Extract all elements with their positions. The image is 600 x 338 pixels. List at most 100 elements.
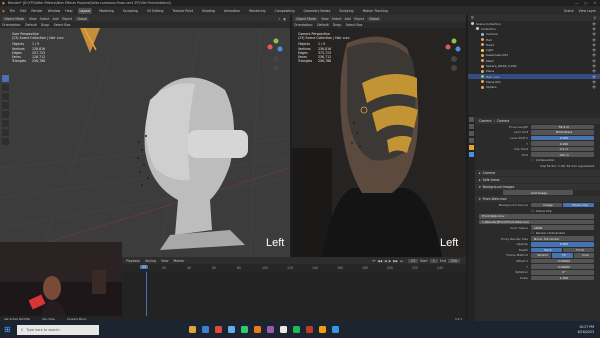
next-key-icon[interactable]: ▶▶ — [393, 259, 398, 263]
timeline-menu-keying[interactable]: Keying — [145, 259, 156, 263]
composition-checkbox[interactable]: ☑ — [531, 158, 534, 162]
taskbar-app-icon[interactable] — [279, 326, 287, 333]
frame-crop-button[interactable]: Crop — [573, 253, 594, 258]
section-safe-areas[interactable]: ▸ Safe Areas — [475, 176, 600, 183]
mode-selector[interactable]: Object Mode — [2, 16, 27, 21]
movie-clip-select[interactable]: Front.Web.mov — [479, 214, 594, 219]
shading-solid-icon[interactable]: ◐ — [283, 17, 286, 21]
offset-x-field[interactable]: 0.00000 — [531, 258, 594, 264]
property-value-field[interactable]: Millimeters — [531, 130, 594, 135]
outliner-filter-icon[interactable]: ⚲ — [594, 16, 596, 20]
color-space-select[interactable]: sRGB — [531, 225, 594, 230]
menu-add[interactable]: Add — [53, 17, 59, 21]
object-tab-icon[interactable] — [469, 145, 474, 150]
workspace-tab-layout[interactable]: Layout — [77, 7, 93, 14]
playhead-frame[interactable]: 23 — [140, 265, 149, 269]
visibility-eye-icon[interactable]: 👁 — [592, 69, 596, 73]
workspace-tab-animation[interactable]: Animation — [222, 8, 242, 14]
timeline-ruler[interactable]: 23 20 40 60 80 100 120 140 160 180 200 220 240 — [122, 264, 466, 272]
visibility-eye-icon[interactable]: 👁 — [592, 38, 596, 42]
timeline-track-area[interactable] — [122, 272, 466, 321]
blender-menu-icon[interactable]: ◉ — [2, 9, 5, 13]
tab-movie-clip[interactable]: Movie Clip — [563, 202, 594, 208]
workspace-tab-compositing[interactable]: Compositing — [273, 8, 297, 14]
scale-field[interactable]: 1.000 — [531, 275, 594, 281]
offset-y-field[interactable]: 0.00000 — [531, 264, 594, 269]
drag-select[interactable]: Select Box — [346, 23, 363, 27]
visibility-eye-icon[interactable]: 👁 — [592, 32, 596, 36]
scene-tab-icon[interactable] — [469, 138, 474, 143]
end-frame-field[interactable]: 250 — [447, 258, 460, 263]
menu-add[interactable]: Add — [345, 17, 351, 21]
opacity-slider[interactable]: 0.800 — [531, 242, 594, 247]
visibility-eye-icon[interactable]: 👁 — [592, 48, 596, 52]
taskbar-search-box[interactable]: ⚲ Type here to search — [16, 324, 99, 335]
outliner-type-icon[interactable]: ☰ — [471, 16, 474, 20]
jump-end-icon[interactable]: ⏭ — [400, 259, 403, 263]
taskbar-app-icon[interactable] — [240, 326, 248, 333]
jump-start-icon[interactable]: ⏮ — [372, 259, 375, 263]
output-tab-icon[interactable] — [469, 131, 474, 136]
current-frame-field[interactable]: 23 — [407, 258, 419, 263]
active-clip-checkbox[interactable]: ☐ — [531, 209, 534, 213]
property-value-field[interactable]: 100 m — [531, 152, 594, 158]
menu-object[interactable]: Object — [354, 17, 364, 21]
drag-select[interactable]: Select Box — [54, 23, 71, 27]
timeline-menu-playback[interactable]: Playback — [126, 259, 140, 263]
menu-help[interactable]: Help — [65, 9, 72, 13]
playhead-line[interactable] — [146, 272, 147, 321]
visibility-eye-icon[interactable]: 👁 — [592, 43, 596, 47]
workspace-tab-motion-tracking[interactable]: Motion Tracking — [361, 8, 390, 14]
viewport-camera-perspective[interactable]: Object Mode View Select Add Object Globa… — [292, 15, 466, 257]
view-layer-selector[interactable]: View Layer — [579, 9, 596, 13]
workspace-tab-modeling[interactable]: Modeling — [97, 8, 116, 14]
taskbar-app-icon[interactable] — [266, 326, 274, 333]
taskbar-app-icon[interactable] — [292, 326, 300, 333]
workspace-tab-sculpting[interactable]: Sculpting — [121, 8, 140, 14]
visibility-eye-icon[interactable]: 👁 — [592, 22, 596, 26]
scene-selector[interactable]: Scene — [564, 9, 574, 13]
taskbar-app-icon[interactable] — [305, 326, 313, 333]
menu-window[interactable]: Window — [48, 9, 61, 13]
clip-file-path[interactable]: 1.[Render]Front/Front.Web.mov — [479, 219, 594, 225]
render-undistorted-checkbox[interactable]: ☐ — [531, 231, 534, 235]
render-tab-icon[interactable] — [469, 124, 474, 129]
maximize-button[interactable]: □ — [584, 1, 587, 5]
navigation-gizmo[interactable] — [444, 35, 464, 75]
minimize-button[interactable]: — — [575, 1, 578, 5]
property-value-field[interactable]: 0.000 — [531, 141, 594, 146]
menu-object[interactable]: Object — [62, 17, 72, 21]
camera-data-tab-icon[interactable] — [469, 152, 474, 157]
property-value-field[interactable]: 52.4 m — [531, 124, 594, 130]
add-image-button[interactable]: Add Image — [502, 190, 573, 195]
workspace-tab-rendering[interactable]: Rendering — [247, 8, 267, 14]
visibility-eye-icon[interactable]: 👁 — [592, 64, 596, 68]
taskbar-app-icon[interactable] — [201, 326, 209, 333]
viewport-user-perspective[interactable]: Object Mode View Select Add Object Globa… — [0, 15, 290, 257]
menu-select[interactable]: Select — [332, 17, 342, 21]
tab-image[interactable]: Image — [531, 202, 562, 208]
frame-stretch-button[interactable]: Stretch — [531, 253, 552, 258]
taskbar-app-icon[interactable] — [227, 326, 235, 333]
taskbar-app-icon[interactable] — [318, 326, 326, 333]
windows-start-icon[interactable]: ⊞ — [4, 325, 11, 334]
transform-orientation[interactable]: Global — [75, 16, 90, 21]
depth-back-button[interactable]: Back — [531, 247, 562, 253]
start-frame-field[interactable]: 1 — [429, 258, 438, 263]
visibility-eye-icon[interactable]: 👁 — [592, 53, 596, 57]
orientation-select[interactable]: Default — [317, 23, 329, 27]
system-clock[interactable]: 10:27 PM 6/18/2023 — [578, 325, 594, 334]
visibility-eye-icon[interactable]: 👁 — [592, 75, 596, 79]
rotation-field[interactable]: 0° — [531, 269, 594, 275]
visibility-eye-icon[interactable]: 👁 — [592, 59, 596, 63]
menu-file[interactable]: File — [10, 9, 15, 13]
snap-icon[interactable]: ⌖ — [278, 17, 280, 21]
visibility-eye-icon[interactable]: 👁 — [592, 85, 596, 89]
outliner-item[interactable]: Sphere 👁 — [468, 85, 600, 90]
menu-view[interactable]: View — [29, 17, 37, 21]
workspace-tab-scripting[interactable]: Scripting — [337, 8, 355, 14]
menu-select[interactable]: Select — [40, 17, 50, 21]
taskbar-app-icon[interactable] — [253, 326, 261, 333]
visibility-eye-icon[interactable]: 👁 — [592, 27, 596, 31]
workspace-tab-shading[interactable]: Shading — [200, 8, 217, 14]
